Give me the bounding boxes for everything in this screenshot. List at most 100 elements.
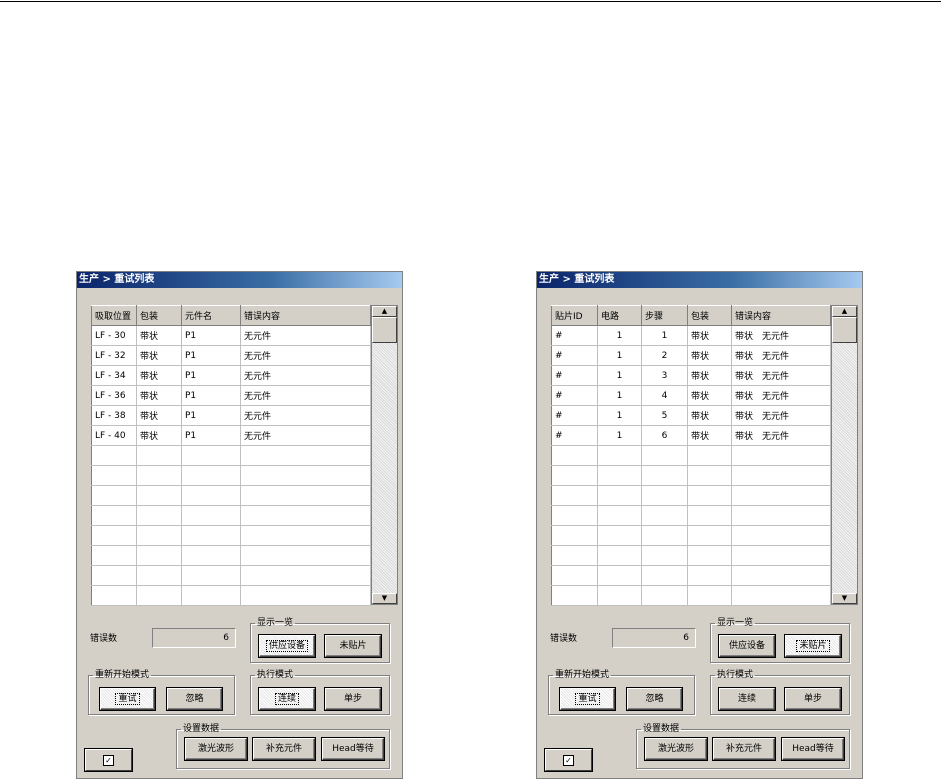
table-row[interactable]: LF - 34 带状 P1 无元件	[91, 365, 371, 386]
display-list-legend: 显示一览	[257, 618, 294, 628]
table-cell	[136, 525, 182, 546]
scroll-up-button[interactable]: ▲	[372, 306, 397, 317]
retry-button[interactable]: 重试	[560, 688, 615, 710]
laser-waveform-button[interactable]: 激光波形	[645, 738, 707, 760]
unplaced-button[interactable]: 未贴片	[325, 635, 381, 657]
vertical-scrollbar[interactable]: ▲ ▼	[831, 305, 858, 605]
table-cell	[136, 545, 182, 566]
table-cell	[91, 585, 137, 606]
table-cell	[551, 445, 598, 466]
supply-device-button[interactable]: 供应设备	[259, 635, 315, 657]
column-header[interactable]: 吸取位置	[91, 305, 137, 326]
table-cell: LF - 38	[91, 405, 137, 426]
table-cell	[641, 585, 688, 606]
table-row[interactable]: #1 3 带状 带状 无元件	[551, 365, 831, 386]
table-cell	[136, 465, 182, 486]
column-header[interactable]: 包装	[687, 305, 732, 326]
table-cell	[641, 465, 688, 486]
unplaced-button[interactable]: 未贴片	[785, 635, 841, 657]
continuous-button[interactable]: 连续	[719, 688, 775, 710]
table-cell: 带状	[687, 365, 732, 386]
table-cell: 带状	[136, 365, 182, 386]
execute-mode-legend: 执行模式	[717, 670, 754, 680]
table-cell	[91, 565, 137, 586]
scroll-thumb[interactable]	[832, 317, 857, 343]
table-row[interactable]: #1 1 带状 带状 无元件	[551, 325, 831, 346]
table-cell	[91, 545, 137, 566]
table-row[interactable]: #1 2 带状 带状 无元件	[551, 345, 831, 366]
table-row[interactable]: LF - 36 带状 P1 无元件	[91, 385, 371, 406]
head-wait-button[interactable]: Head等待	[782, 738, 844, 760]
scroll-up-button[interactable]: ▲	[832, 306, 857, 317]
scroll-thumb[interactable]	[372, 317, 397, 343]
ignore-button[interactable]: 忽略	[167, 688, 222, 710]
table-row[interactable]: LF - 32 带状 P1 无元件	[91, 345, 371, 366]
table-cell: LF - 40	[91, 425, 137, 446]
table-row[interactable]: #1 5 带状 带状 无元件	[551, 405, 831, 426]
table-cell: 带状	[687, 345, 732, 366]
confirm-check-button[interactable]: ✓	[85, 749, 132, 771]
table-cell	[597, 485, 642, 506]
supply-device-button[interactable]: 供应设备	[719, 635, 775, 657]
table-cell	[641, 565, 688, 586]
table-cell	[597, 465, 642, 486]
table-cell: LF - 30	[91, 325, 137, 346]
execute-mode-legend: 执行模式	[257, 670, 294, 680]
table-cell	[731, 585, 831, 606]
table-cell	[240, 565, 371, 586]
ignore-button[interactable]: 忽略	[627, 688, 682, 710]
column-header[interactable]: 步骤	[641, 305, 688, 326]
table-cell	[240, 485, 371, 506]
column-header[interactable]: 元件名	[181, 305, 241, 326]
table-cell	[597, 585, 642, 606]
table-row[interactable]: LF - 40 带状 P1 无元件	[91, 425, 371, 446]
retry-table[interactable]: 吸取位置 包装 元件名 错误内容 LF - 30 带状 P1 无元件 LF - 32 带状 P1 无…	[91, 305, 371, 606]
table-cell	[551, 585, 598, 606]
single-step-button[interactable]: 单步	[785, 688, 841, 710]
table-row[interactable]: #1 4 带状 带状 无元件	[551, 385, 831, 406]
table-cell: 3	[641, 365, 688, 386]
table-cell: P1	[181, 345, 241, 366]
table-cell: P1	[181, 405, 241, 426]
empty-row	[551, 505, 831, 526]
top-rule	[0, 1, 941, 2]
table-cell: LF - 32	[91, 345, 137, 366]
table-cell	[181, 565, 241, 586]
column-header[interactable]: 贴片ID	[551, 305, 598, 326]
table-cell	[687, 565, 732, 586]
single-step-button[interactable]: 单步	[325, 688, 381, 710]
vertical-scrollbar[interactable]: ▲ ▼	[371, 305, 398, 605]
column-header[interactable]: 电路	[597, 305, 642, 326]
retry-list-window-feeder: 生产 > 重试列表 吸取位置 包装 元件名 错误内容 LF - 30 带状 P1 无元件 LF…	[76, 271, 403, 779]
error-count-label: 错误数	[550, 634, 578, 644]
table-cell: #	[551, 385, 598, 406]
continuous-button[interactable]: 连续	[259, 688, 315, 710]
table-cell	[551, 465, 598, 486]
table-cell	[687, 585, 732, 606]
table-cell	[687, 485, 732, 506]
refill-component-button[interactable]: 补充元件	[253, 738, 315, 760]
table-cell	[597, 545, 642, 566]
table-cell: 带状	[136, 345, 182, 366]
confirm-check-button[interactable]: ✓	[545, 749, 592, 771]
empty-row	[91, 545, 371, 566]
table-cell: 带状 无元件	[731, 365, 831, 386]
table-cell: #	[551, 325, 598, 346]
table-row[interactable]: LF - 38 带状 P1 无元件	[91, 405, 371, 426]
empty-row	[91, 445, 371, 466]
column-header[interactable]: 错误内容	[240, 305, 371, 326]
head-wait-button[interactable]: Head等待	[322, 738, 384, 760]
empty-row	[551, 525, 831, 546]
scroll-down-button[interactable]: ▼	[372, 593, 397, 604]
retry-table[interactable]: 贴片ID 电路 步骤 包装 错误内容 #1 1 带状 带状 无元件 #1 2 带状 带状 无元件 #1 3…	[551, 305, 831, 606]
retry-button[interactable]: 重试	[100, 688, 155, 710]
table-cell: LF - 34	[91, 365, 137, 386]
scroll-down-button[interactable]: ▼	[832, 593, 857, 604]
column-header[interactable]: 错误内容	[731, 305, 831, 326]
column-header[interactable]: 包装	[136, 305, 182, 326]
table-row[interactable]: #1 6 带状 带状 无元件	[551, 425, 831, 446]
refill-component-button[interactable]: 补充元件	[713, 738, 775, 760]
table-cell	[551, 505, 598, 526]
laser-waveform-button[interactable]: 激光波形	[185, 738, 247, 760]
table-row[interactable]: LF - 30 带状 P1 无元件	[91, 325, 371, 346]
